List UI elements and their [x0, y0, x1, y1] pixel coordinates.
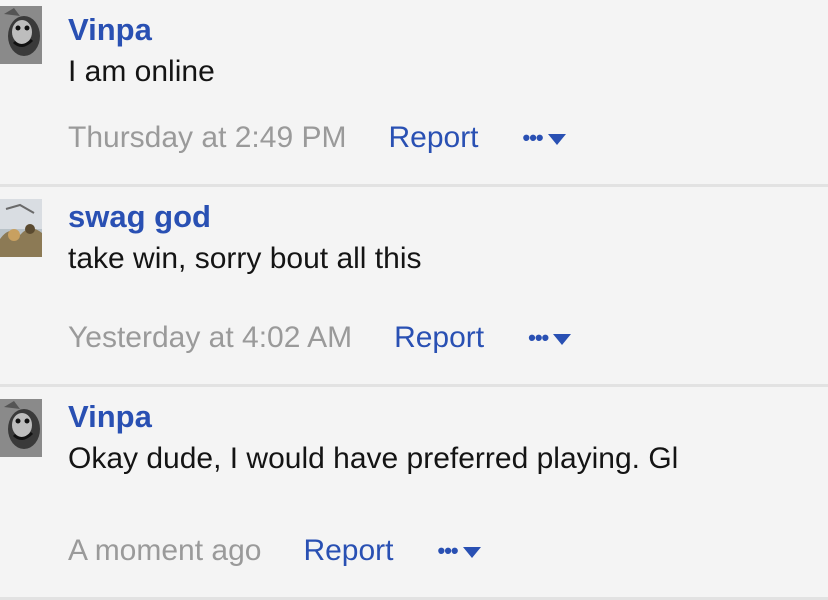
- comment-item: swag god take win, sorry bout all this Y…: [0, 187, 828, 387]
- more-actions-menu[interactable]: •••: [528, 318, 572, 358]
- comment-meta: A moment ago Report •••: [68, 531, 481, 571]
- timestamp[interactable]: Thursday at 2:49 PM: [68, 118, 346, 158]
- author-link[interactable]: swag god: [68, 197, 818, 237]
- avatar[interactable]: [0, 199, 42, 257]
- timestamp[interactable]: Yesterday at 4:02 AM: [68, 318, 352, 358]
- comment-feed: Vinpa I am online Thursday at 2:49 PM Re…: [0, 0, 828, 600]
- report-link[interactable]: Report: [303, 531, 393, 571]
- more-actions-menu[interactable]: •••: [438, 531, 481, 571]
- avatar[interactable]: [0, 6, 42, 64]
- comment-message: Okay dude, I would have preferred playin…: [68, 442, 679, 475]
- more-dots-icon: •••: [522, 125, 544, 150]
- comment-item: Vinpa Okay dude, I would have preferred …: [0, 387, 828, 600]
- caret-down-icon: [553, 333, 572, 345]
- more-dots-icon: •••: [528, 325, 549, 350]
- timestamp[interactable]: A moment ago: [68, 531, 261, 571]
- author-link[interactable]: Vinpa: [68, 10, 818, 50]
- caret-down-icon: [547, 133, 566, 145]
- comment-meta: Yesterday at 4:02 AM Report •••: [68, 318, 572, 358]
- report-link[interactable]: Report: [394, 318, 484, 358]
- more-dots-icon: •••: [437, 538, 459, 563]
- comment-meta: Thursday at 2:49 PM Report •••: [68, 118, 566, 158]
- avatar[interactable]: [0, 399, 42, 457]
- comment-message: I am online: [68, 55, 215, 88]
- author-link[interactable]: Vinpa: [68, 397, 818, 437]
- comment-item: Vinpa I am online Thursday at 2:49 PM Re…: [0, 0, 828, 187]
- more-actions-menu[interactable]: •••: [523, 118, 566, 158]
- comment-message: take win, sorry bout all this: [68, 242, 422, 275]
- report-link[interactable]: Report: [388, 118, 478, 158]
- caret-down-icon: [462, 546, 481, 558]
